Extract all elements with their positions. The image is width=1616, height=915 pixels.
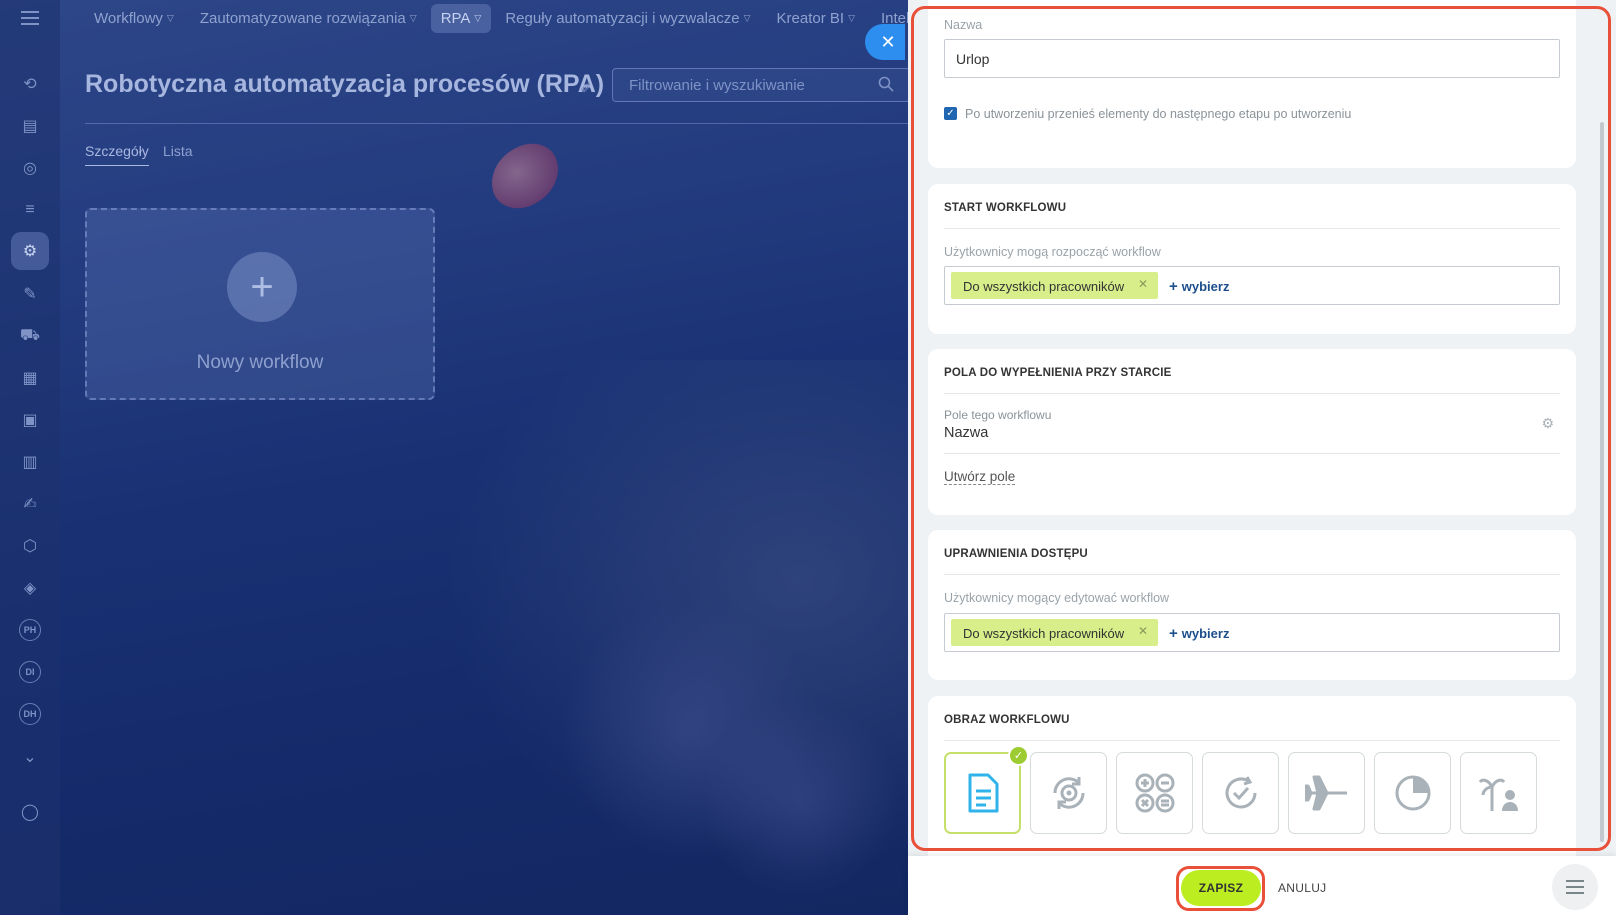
section-title: UPRAWNIENIA DOSTĘPU: [944, 548, 1088, 560]
move-elements-checkbox[interactable]: ✓: [944, 107, 957, 120]
create-field-link[interactable]: Utwórz pole: [944, 469, 1016, 485]
edit-users-selector[interactable]: Do wszystkich pracowników ✕ + wybierz: [944, 613, 1560, 652]
image-option-gear-refresh[interactable]: [1030, 752, 1107, 834]
start-fields-section: POLA DO WYPEŁNIENIA PRZY STARCIE Pole te…: [928, 349, 1576, 515]
cube-icon[interactable]: ◈: [18, 576, 42, 600]
remove-tag-icon[interactable]: ✕: [1138, 277, 1148, 291]
section-title: START WORKFLOWU: [944, 202, 1067, 214]
section-divider: [944, 393, 1560, 394]
calendar-icon[interactable]: ▣: [18, 408, 42, 432]
rail-badge-di[interactable]: DI: [19, 661, 41, 683]
image-option-check-refresh[interactable]: [1202, 752, 1279, 834]
flow-icon[interactable]: ⟲: [18, 72, 42, 96]
chevron-down-icon: ▽: [743, 12, 751, 23]
nav-item-rpa[interactable]: RPA ▽: [430, 3, 492, 33]
image-option-vacation[interactable]: [1460, 752, 1537, 834]
tab-details[interactable]: Szczegóły: [85, 143, 149, 166]
user-tag: Do wszystkich pracowników ✕: [951, 272, 1159, 299]
new-workflow-card[interactable]: + Nowy workflow: [85, 208, 435, 400]
search-input[interactable]: Filtrowanie i wyszukiwanie: [612, 68, 910, 102]
workflow-field-label: Pole tego workflowu: [944, 408, 1052, 422]
save-highlight-outline: [1176, 866, 1265, 911]
pin-icon[interactable]: ✐: [580, 80, 592, 97]
plus-icon: +: [1169, 625, 1178, 642]
check-refresh-icon: [1225, 776, 1256, 809]
image-option-calculator[interactable]: [1116, 752, 1193, 834]
section-divider: [944, 574, 1560, 575]
remove-tag-icon[interactable]: ✕: [1138, 624, 1148, 638]
workflow-field-value: Nazwa: [944, 425, 989, 441]
gear-refresh-icon: [1052, 777, 1085, 809]
workflow-image-section: OBRAZ WORKFLOWU ✓: [928, 696, 1576, 856]
image-option-pie-chart[interactable]: [1374, 752, 1451, 834]
selected-check-icon: ✓: [1008, 745, 1029, 766]
nav-item-bi-builder[interactable]: Kreator BI ▽: [777, 10, 855, 27]
move-elements-checkbox-label[interactable]: Po utworzeniu przenieś elementy do nastę…: [965, 107, 1351, 121]
start-users-selector[interactable]: Do wszystkich pracowników ✕ + wybierz: [944, 266, 1560, 305]
image-option-document[interactable]: ✓: [944, 745, 1029, 834]
panel-scrollbar[interactable]: [1600, 122, 1604, 842]
gear-icon[interactable]: ⚙: [1541, 415, 1554, 432]
title-divider: [85, 123, 910, 124]
pen-icon[interactable]: ✎: [18, 282, 42, 306]
store-icon[interactable]: ▦: [18, 366, 42, 390]
name-label: Nazwa: [944, 18, 983, 32]
page-title: Robotyczna automatyzacja procesów (RPA): [85, 70, 605, 98]
left-rail: ⟲ ▤ ◎ ≡ ⚙ ✎ ⛟ ▦ ▣ ▥ ✍ ⬡ ◈ PH DI DH ⌄ ◯: [0, 0, 60, 915]
document-icon: [968, 773, 998, 813]
cancel-button[interactable]: ANULUJ: [1278, 881, 1326, 895]
section-divider: [944, 740, 1560, 741]
sign-icon[interactable]: ✍: [18, 492, 42, 516]
rail-badge-ph[interactable]: PH: [19, 619, 41, 641]
access-permissions-section: UPRAWNIENIA DOSTĘPU Użytkownicy mogący e…: [928, 530, 1576, 680]
name-section: Nazwa Urlop ✓ Po utworzeniu przenieś ele…: [928, 0, 1576, 168]
chevron-down-icon: ▽: [848, 12, 855, 23]
funnel-icon[interactable]: ≡: [18, 198, 42, 222]
search-icon[interactable]: [878, 76, 894, 97]
calculator-icon: [1135, 773, 1174, 813]
new-workflow-label: Nowy workflow: [196, 352, 324, 373]
close-panel-button[interactable]: ✕: [865, 24, 905, 60]
select-users-link[interactable]: + wybierz: [1169, 278, 1229, 295]
chevron-down-icon[interactable]: ⌄: [18, 745, 42, 769]
nav-item-automation-rules[interactable]: Reguły automatyzacji i wyzwalacze ▽: [505, 10, 750, 27]
chevron-down-icon: ▽: [474, 12, 482, 23]
plus-icon: +: [1169, 278, 1178, 295]
menu-button[interactable]: [1552, 864, 1598, 910]
section-divider: [944, 453, 1560, 454]
image-picker: ✓: [944, 745, 1537, 834]
hexagon-icon[interactable]: ⬡: [18, 534, 42, 558]
crm-icon[interactable]: ▤: [18, 114, 42, 138]
airplane-icon: [1304, 775, 1347, 811]
plus-icon: +: [227, 252, 297, 322]
section-title: POLA DO WYPEŁNIENIA PRZY STARCIE: [944, 367, 1172, 379]
name-input[interactable]: Urlop: [944, 39, 1560, 78]
bar-chart-icon[interactable]: ▥: [18, 450, 42, 474]
section-title: OBRAZ WORKFLOWU: [944, 714, 1070, 726]
start-workflow-section: START WORKFLOWU Użytkownicy mogą rozpocz…: [928, 184, 1576, 334]
start-users-label: Użytkownicy mogą rozpocząć workflow: [944, 245, 1161, 259]
list-menu-icon: [1566, 880, 1584, 894]
cart-icon[interactable]: ⛟: [18, 324, 42, 348]
nav-item-automated-solutions[interactable]: Zautomatyzowane rozwiązania ▽: [200, 10, 417, 27]
vacation-icon: [1478, 778, 1518, 811]
settings-circle-icon[interactable]: ◯: [18, 800, 42, 824]
target-icon[interactable]: ◎: [18, 156, 42, 180]
user-tag: Do wszystkich pracowników ✕: [951, 619, 1159, 646]
nav-item-workflowy[interactable]: Workflowy ▽: [94, 10, 174, 27]
select-users-link[interactable]: + wybierz: [1169, 625, 1229, 642]
hamburger-menu-icon[interactable]: [18, 6, 42, 30]
section-divider: [944, 228, 1560, 229]
robot-icon[interactable]: ⚙: [11, 232, 49, 270]
rail-badge-dh[interactable]: DH: [19, 703, 41, 725]
chevron-down-icon: ▽: [166, 12, 174, 23]
close-icon: ✕: [880, 31, 896, 52]
edit-users-label: Użytkownicy mogący edytować workflow: [944, 591, 1170, 605]
chevron-down-icon: ▽: [409, 12, 417, 23]
pie-chart-icon: [1395, 775, 1430, 811]
tab-list[interactable]: Lista: [163, 143, 193, 159]
image-option-airplane[interactable]: [1288, 752, 1365, 834]
